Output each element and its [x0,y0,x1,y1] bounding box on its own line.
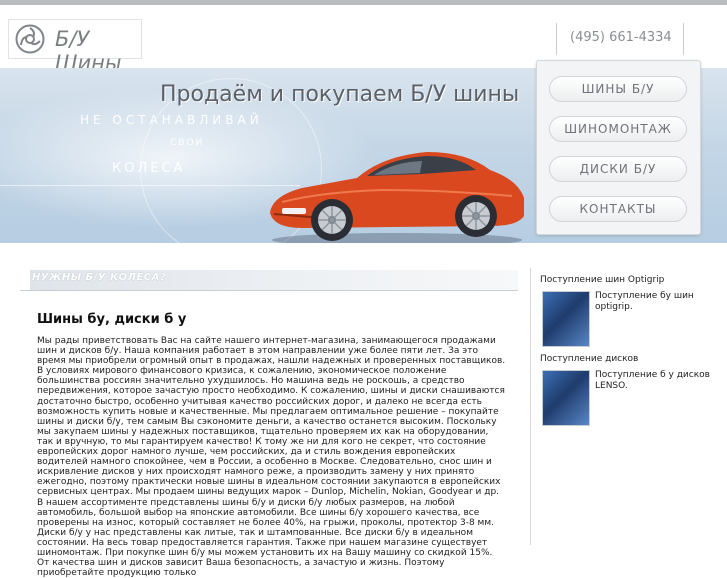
banner-slogan-line1: НЕ ОСТАНАВЛИВАЙ [80,113,263,127]
phone-number: (495) 661-4334 [570,30,672,45]
nav-contacts-button[interactable]: КОНТАКТЫ [549,196,687,222]
nav-tire-fitting-button[interactable]: ШИНОМОНТАЖ [549,116,687,142]
sports-car-image [270,152,524,243]
news-thumbnail[interactable] [542,370,590,426]
news-text: Поступление б у дисков LENSO. [595,370,710,391]
tire-logo-icon [15,24,45,54]
section-heading-accent [20,270,30,290]
article-body: Мы рады приветствовать Вас на сайте наше… [37,336,507,578]
nav-used-rims-button[interactable]: ДИСКИ Б/У [549,156,687,182]
sidebar-divider [530,268,531,545]
news-thumbnail[interactable] [542,291,590,347]
banner-title: Продаём и покупаем Б/У шины [160,82,520,107]
nav-used-tires-button[interactable]: ШИНЫ Б/У [549,76,687,102]
main-nav: ШИНЫ Б/У ШИНОМОНТАЖ ДИСКИ Б/У КОНТАКТЫ [536,60,701,235]
section-heading: НУЖНЫ Б/У КОЛЕСА? [32,272,167,283]
news-item[interactable]: Поступление шин Optigrip Поступление бу … [540,275,720,355]
banner-slogan-line2: СВОИ [170,138,205,148]
news-text: Поступление бу шин optigrip. [595,291,694,312]
banner-slogan-line3: КОЛЕСА [112,161,186,176]
banner-decor-line [0,185,300,186]
logo[interactable]: Б/У Шины [8,19,142,75]
article-title: Шины бу, диски б у [37,312,187,327]
phone-divider-right [683,23,684,55]
site-header: Б/У Шины (495) 661-4334 [0,5,727,75]
news-title[interactable]: Поступление шин Optigrip [540,275,720,285]
news-title[interactable]: Поступление дисков [540,354,720,364]
article-paragraph: Мы рады приветствовать Вас на сайте наше… [37,336,506,578]
phone-divider-left [556,23,557,55]
news-item[interactable]: Поступление дисков Поступление б у диско… [540,354,720,434]
